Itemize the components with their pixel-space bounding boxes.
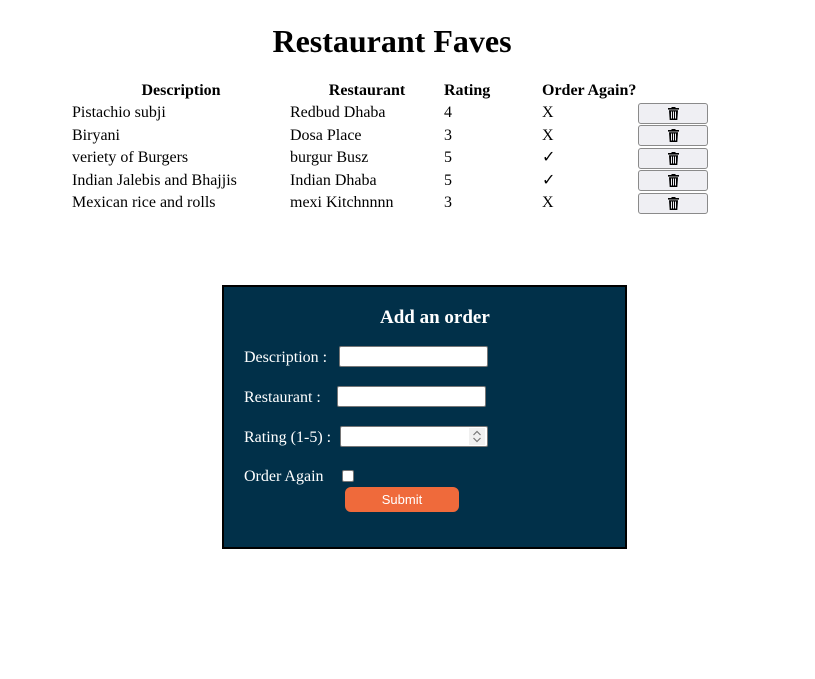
spinner-arrows-icon[interactable] [469,428,485,445]
cell-restaurant: Indian Dhaba [290,171,377,189]
delete-button[interactable] [638,125,708,147]
cell-restaurant: mexi Kitchnnnn [290,194,394,212]
table-row: Mexican rice and rolls mexi Kitchnnnn 3 … [70,192,710,215]
order-again-checkbox[interactable] [342,470,354,482]
header-delete [638,80,710,102]
submit-button[interactable]: Submit [345,487,459,512]
table-row: Biryani Dosa Place 3 X [70,125,710,148]
rating-label: Rating (1-5) : [244,429,332,446]
header-order-again: Order Again? [542,82,637,99]
cell-order-again: X [542,194,554,212]
cell-order-again: X [542,104,554,122]
cell-rating: 3 [444,194,452,212]
cell-order-again: X [542,126,554,144]
description-input[interactable] [339,346,488,367]
cell-order-again: ✓ [542,149,556,167]
delete-button[interactable] [638,192,708,214]
cell-restaurant: Redbud Dhaba [290,104,386,122]
add-order-title: Add an order [380,307,490,328]
table-row: veriety of Burgers burgur Busz 5 ✓ [70,147,710,170]
rating-input[interactable] [340,426,488,447]
add-order-panel: Add an order Description : Restaurant : … [222,285,627,549]
delete-button[interactable] [638,147,708,169]
cell-rating: 5 [444,149,452,167]
trash-icon [667,129,679,143]
header-description: Description [141,82,221,99]
trash-icon [667,151,679,165]
cell-rating: 4 [444,104,452,122]
faves-table: Description Restaurant Rating Order Agai… [70,80,710,215]
cell-restaurant: burgur Busz [290,149,369,167]
restaurant-label: Restaurant : [244,389,321,406]
cell-rating: 5 [444,171,452,189]
cell-description: Pistachio subji [72,104,166,122]
delete-button[interactable] [638,170,708,192]
restaurant-input[interactable] [337,386,486,407]
trash-icon [667,196,679,210]
header-rating: Rating [444,82,491,99]
table-header-row: Description Restaurant Rating Order Agai… [70,80,710,102]
page: Restaurant Faves Description Restaurant … [0,0,815,679]
cell-description: Biryani [72,126,120,144]
trash-icon [667,174,679,188]
trash-icon [667,106,679,120]
cell-description: Mexican rice and rolls [72,194,216,212]
header-restaurant: Restaurant [328,82,406,99]
cell-description: veriety of Burgers [72,149,189,167]
cell-restaurant: Dosa Place [290,126,362,144]
cell-order-again: ✓ [542,171,556,189]
delete-button[interactable] [638,102,708,124]
order-again-label: Order Again [244,468,324,485]
description-label: Description : [244,349,328,366]
cell-description: Indian Jalebis and Bhajjis [72,171,237,189]
table-row: Indian Jalebis and Bhajjis Indian Dhaba … [70,170,710,193]
table-row: Pistachio subji Redbud Dhaba 4 X [70,102,710,125]
page-title: Restaurant Faves [272,23,512,59]
cell-rating: 3 [444,126,452,144]
